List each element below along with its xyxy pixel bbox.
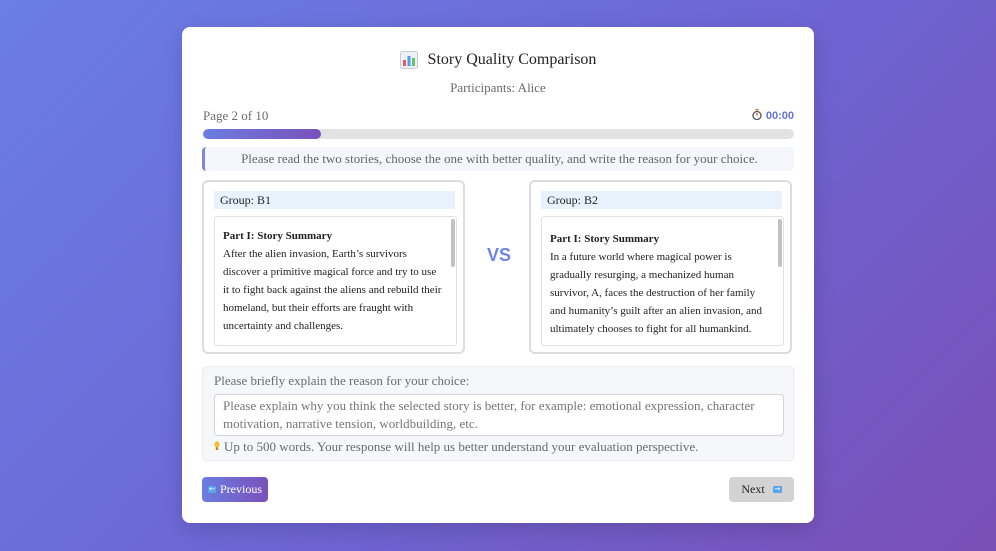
- story-summary-b1: After the alien invasion, Earth’s surviv…: [223, 248, 442, 332]
- story-option-b2[interactable]: Group: B2 Part I: Story Summary In a fut…: [529, 180, 792, 354]
- group-label-b1: Group: B1: [214, 191, 455, 209]
- reason-hint-text: Up to 500 words. Your response will help…: [224, 439, 699, 454]
- story-heading-b2: Part I: Story Summary: [550, 233, 660, 245]
- story-option-b1[interactable]: Group: B1 Part I: Story Summary After th…: [202, 180, 465, 354]
- progress-bar: [203, 129, 794, 139]
- scrollbar-b2[interactable]: [778, 219, 782, 267]
- scrollbar-b1[interactable]: [451, 219, 455, 267]
- reason-section: Please briefly explain the reason for yo…: [202, 366, 794, 461]
- participants-label: Participants: Alice: [450, 80, 546, 95]
- story-text-box-b2[interactable]: Part I: Story Summary In a future world …: [541, 216, 784, 346]
- next-button[interactable]: Next →: [729, 477, 794, 502]
- next-button-label: Next: [741, 482, 765, 496]
- previous-button[interactable]: ← Previous: [202, 477, 268, 502]
- previous-button-label: Previous: [220, 482, 262, 496]
- arrow-left-icon: ←: [208, 485, 216, 493]
- survey-card: Story Quality Comparison Participants: A…: [182, 27, 814, 523]
- reason-textarea[interactable]: [214, 394, 784, 436]
- bar-chart-icon: [399, 51, 418, 69]
- page-title: Story Quality Comparison: [427, 51, 597, 68]
- reason-hint: Up to 500 words. Your response will help…: [214, 439, 698, 455]
- page-counter: Page 2 of 10: [203, 108, 269, 123]
- group-label-b2: Group: B2: [541, 191, 782, 209]
- arrow-right-icon: →: [772, 485, 782, 493]
- story-heading-b1: Part I: Story Summary: [223, 230, 333, 242]
- stopwatch-icon: [752, 109, 762, 123]
- progress-fill: [203, 129, 322, 139]
- timer-value: 00:00: [765, 110, 794, 122]
- instructions-banner: Please read the two stories, choose the …: [202, 147, 794, 171]
- story-content-b1: Part I: Story Summary After the alien in…: [215, 217, 456, 335]
- story-text-box-b1[interactable]: Part I: Story Summary After the alien in…: [214, 216, 457, 346]
- story-content-b2: Part I: Story Summary In a future world …: [542, 217, 783, 338]
- vs-label: VS: [487, 245, 512, 265]
- story-summary-b2: In a future world where magical power is…: [550, 251, 763, 335]
- title-row: Story Quality Comparison: [182, 51, 814, 69]
- reason-label: Please briefly explain the reason for yo…: [214, 373, 470, 388]
- lightbulb-icon: [214, 440, 220, 454]
- timer: 00:00: [752, 109, 794, 123]
